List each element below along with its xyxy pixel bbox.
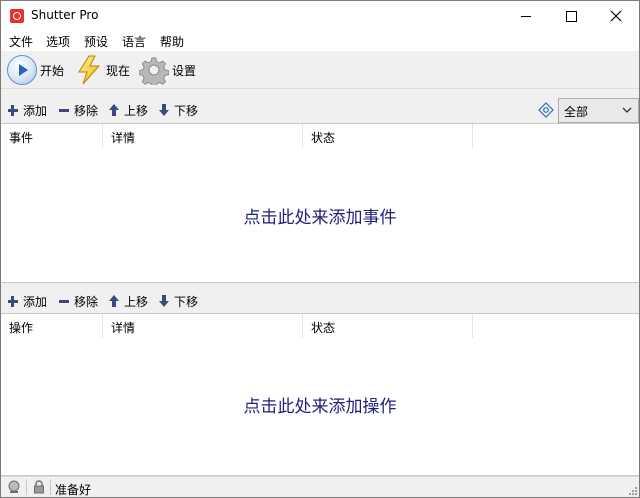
lock-icon (34, 480, 44, 494)
start-button[interactable]: 开始 (7, 54, 64, 86)
events-remove-button[interactable]: 移除 (58, 102, 98, 118)
play-icon (7, 55, 37, 85)
column-header-details[interactable]: 详情 (103, 314, 303, 338)
actions-placeholder[interactable]: 点击此处来添加操作 (1, 392, 639, 417)
main-toolbar: 开始 现在 设置 (1, 51, 639, 89)
status-separator (50, 479, 51, 495)
resize-grip-icon[interactable] (627, 485, 637, 495)
actions-list-header: 操作 详情 状态 (1, 314, 639, 338)
events-list[interactable]: 事件 详情 状态 点击此处来添加事件 (1, 123, 639, 283)
column-header-action[interactable]: 操作 (1, 314, 103, 338)
events-move-down-button[interactable]: 下移 (158, 102, 198, 118)
events-add-label: 添加 (23, 103, 48, 118)
actions-move-up-button[interactable]: 上移 (108, 293, 148, 309)
menu-options[interactable]: 选项 (46, 33, 70, 50)
column-header-details[interactable]: 详情 (103, 124, 303, 148)
actions-move-up-label: 上移 (124, 294, 149, 309)
events-move-down-label: 下移 (174, 103, 199, 118)
actions-remove-button[interactable]: 移除 (58, 293, 98, 309)
status-text: 准备好 (55, 483, 92, 497)
chevron-down-icon (622, 107, 632, 113)
arrow-down-icon (158, 104, 170, 116)
settings-label: 设置 (172, 63, 197, 78)
arrow-up-icon (108, 104, 120, 116)
arrow-up-icon (108, 295, 120, 307)
close-button[interactable] (593, 1, 639, 31)
status-separator (26, 479, 27, 495)
event-filter-select[interactable]: 全部 (558, 98, 639, 123)
menu-help[interactable]: 帮助 (160, 33, 184, 50)
minimize-button[interactable] (503, 1, 549, 31)
settings-button[interactable]: 设置 (139, 54, 196, 86)
maximize-button[interactable] (548, 1, 594, 31)
filter-icon[interactable] (538, 102, 554, 118)
window-title: Shutter Pro (31, 8, 99, 22)
app-icon (10, 9, 24, 23)
start-label: 开始 (40, 63, 65, 78)
column-header-event[interactable]: 事件 (1, 124, 103, 148)
actions-add-label: 添加 (23, 294, 48, 309)
actions-remove-label: 移除 (74, 294, 99, 309)
events-remove-label: 移除 (74, 103, 99, 118)
event-filter-value: 全部 (564, 105, 589, 119)
column-header-status[interactable]: 状态 (303, 314, 473, 338)
minus-icon (58, 295, 70, 307)
events-move-up-label: 上移 (124, 103, 149, 118)
actions-list[interactable]: 操作 详情 状态 点击此处来添加操作 (1, 313, 639, 476)
events-list-header: 事件 详情 状态 (1, 124, 639, 148)
app-window: Shutter Pro 文件 选项 预设 语言 帮助 开始 现在 设置 添加 移… (0, 0, 640, 498)
column-header-status[interactable]: 状态 (303, 124, 473, 148)
gear-icon (139, 57, 169, 85)
now-label: 现在 (106, 63, 131, 78)
menu-file[interactable]: 文件 (9, 33, 33, 50)
actions-move-down-label: 下移 (174, 294, 199, 309)
title-bar: Shutter Pro (1, 1, 639, 31)
now-button[interactable]: 现在 (75, 54, 130, 86)
actions-add-button[interactable]: 添加 (7, 293, 47, 309)
menu-bar: 文件 选项 预设 语言 帮助 (1, 31, 639, 51)
events-placeholder[interactable]: 点击此处来添加事件 (1, 203, 639, 228)
actions-move-down-button[interactable]: 下移 (158, 293, 198, 309)
menu-language[interactable]: 语言 (122, 33, 146, 50)
events-move-up-button[interactable]: 上移 (108, 102, 148, 118)
close-icon (610, 10, 622, 22)
menu-presets[interactable]: 预设 (84, 33, 108, 50)
events-add-button[interactable]: 添加 (7, 102, 47, 118)
minus-icon (58, 104, 70, 116)
plus-icon (7, 104, 19, 116)
network-icon (8, 480, 20, 493)
status-bar: 准备好 (1, 476, 639, 497)
plus-icon (7, 295, 19, 307)
actions-toolbar: 添加 移除 上移 下移 (1, 285, 639, 315)
arrow-down-icon (158, 295, 170, 307)
lightning-icon (78, 55, 101, 85)
